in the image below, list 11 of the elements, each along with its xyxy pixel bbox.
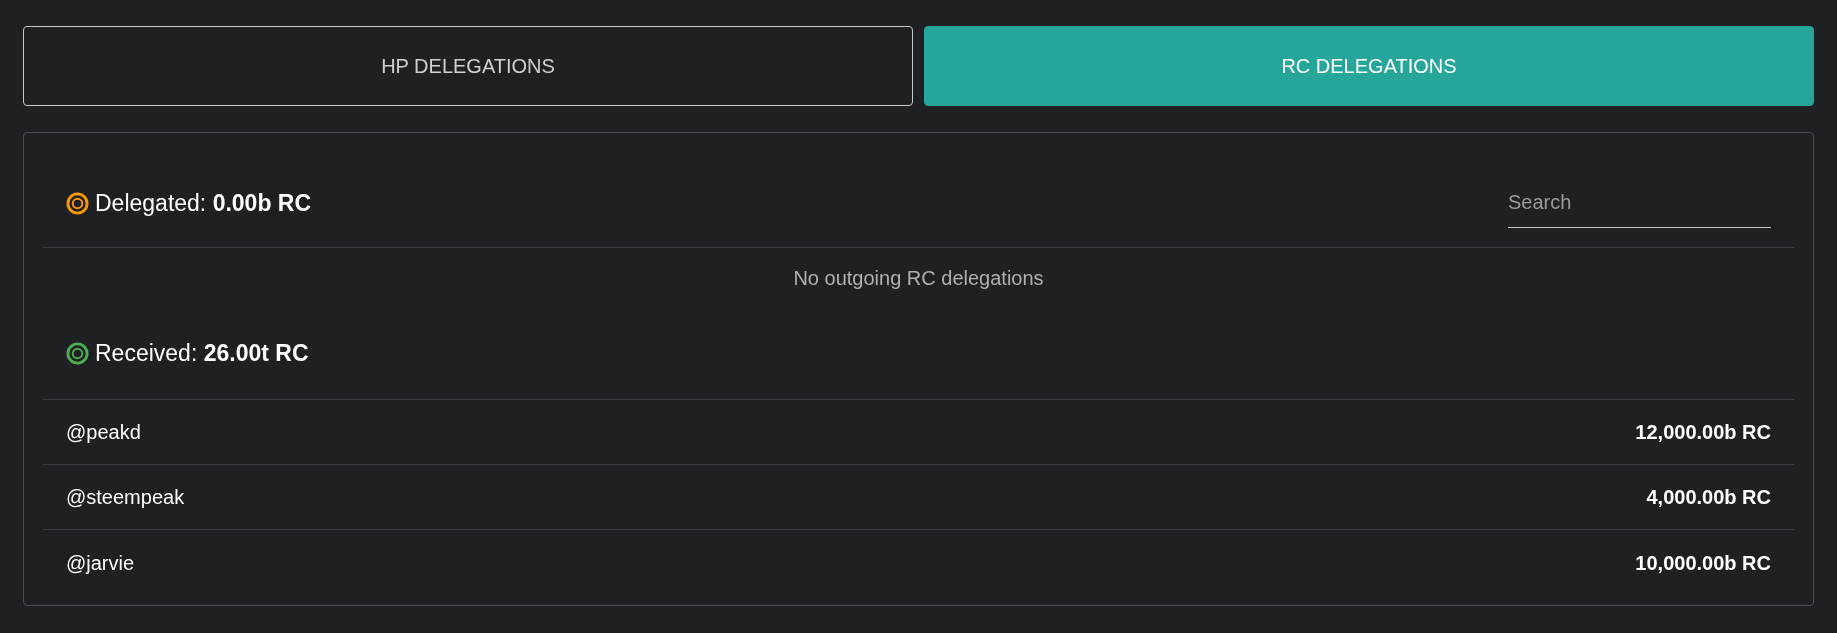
amount: 4,000.00b RC <box>1646 485 1771 510</box>
amount: 12,000.00b RC <box>1635 420 1771 445</box>
section-heading: Delegated: 0.00b RC <box>95 188 312 218</box>
search-field[interactable]: Search <box>1508 178 1771 228</box>
empty-message: No outgoing RC delegations <box>793 266 1044 291</box>
account-name: @peakd <box>66 420 141 445</box>
section-heading: Received: 26.00t RC <box>95 339 309 369</box>
amount: 10,000.00b RC <box>1635 550 1771 576</box>
account-name: @steempeak <box>66 485 185 510</box>
tab[interactable]: HP DELEGATIONS <box>23 26 913 106</box>
account-name: @jarvie <box>66 550 135 576</box>
